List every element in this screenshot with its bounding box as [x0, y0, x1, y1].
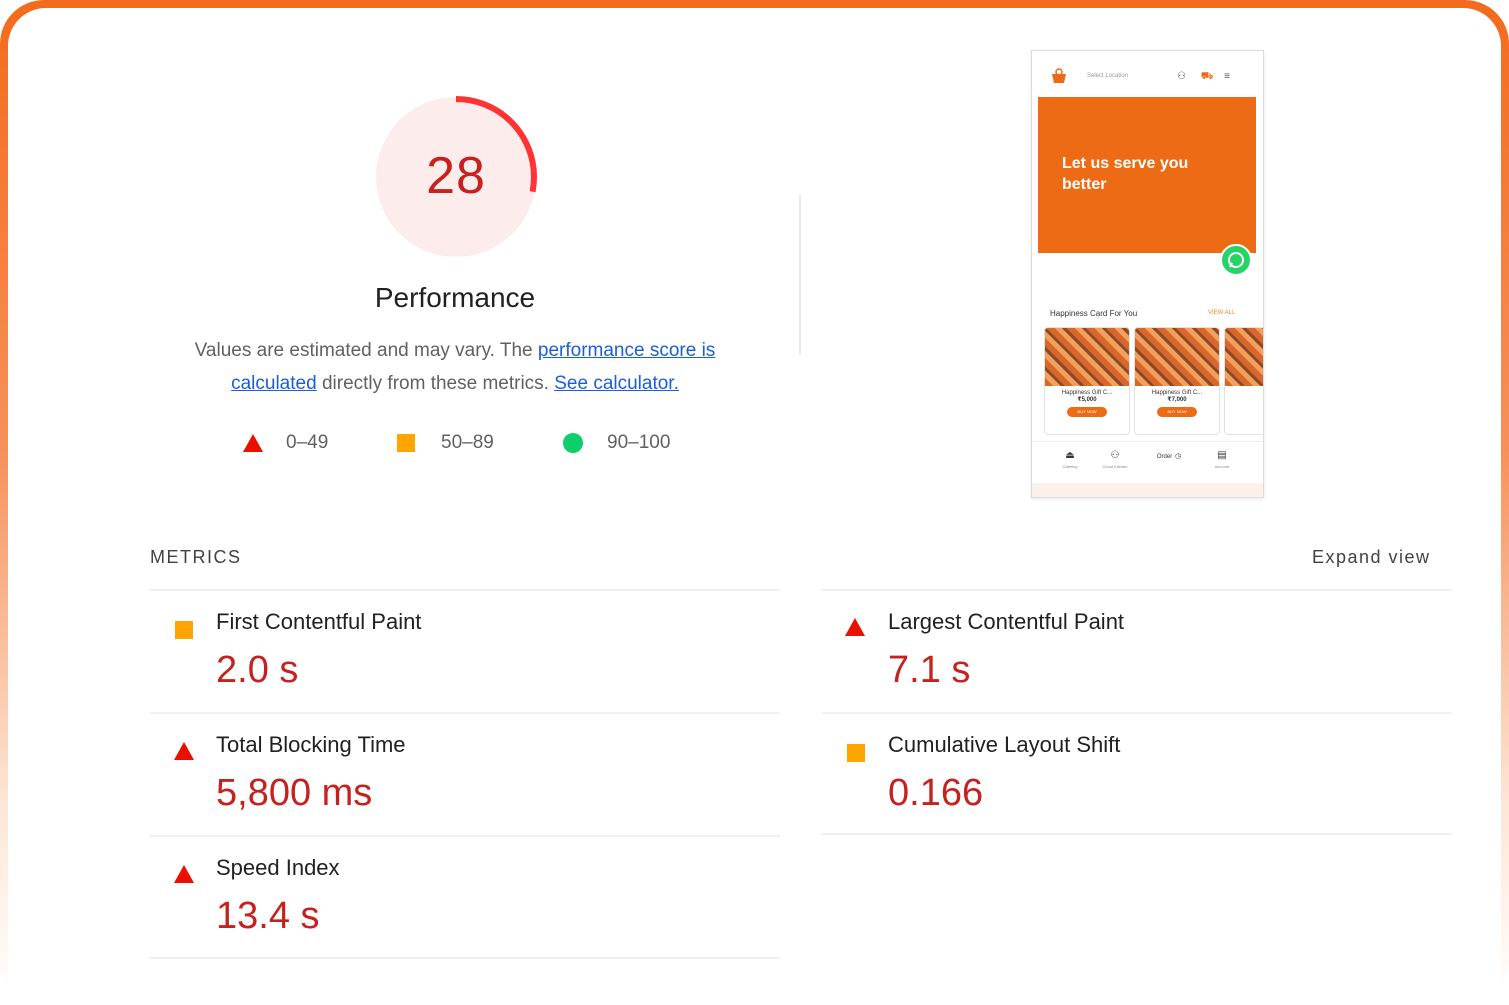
screenshot-header: Select Location ⚇ ⛟ ≡	[1032, 51, 1263, 97]
orange-square-icon	[397, 434, 415, 452]
metric-name: Total Blocking Time	[216, 732, 406, 757]
basket-logo-icon	[1052, 68, 1066, 83]
metric-speed-index: Speed Index 13.4 s	[150, 835, 780, 958]
performance-title: Performance	[374, 282, 536, 313]
nav-order: Order ◷	[1156, 453, 1182, 460]
metric-cumulative-layout-shift: Cumulative Layout Shift 0.166	[822, 712, 1452, 835]
metric-first-contentful-paint: First Contentful Paint 2.0 s	[150, 589, 780, 712]
expand-view-toggle[interactable]: Expand view	[1312, 547, 1431, 568]
orange-square-icon	[175, 621, 193, 639]
legend-label: 90–100	[607, 432, 671, 453]
header-icons: ⚇ ⛟ ≡	[1177, 71, 1230, 84]
metric-total-blocking-time: Total Blocking Time 5,800 ms	[150, 712, 780, 835]
metric-name: Speed Index	[216, 855, 340, 880]
metrics-divider	[822, 833, 1452, 835]
metric-largest-contentful-paint: Largest Contentful Paint 7.1 s	[822, 589, 1452, 712]
final-screenshot[interactable]: Select Location ⚇ ⛟ ≡ Let us serve you b…	[1031, 50, 1264, 498]
card-price: ₹7,000	[1167, 397, 1187, 403]
whatsapp-icon	[1220, 244, 1252, 276]
metric-value: 13.4 s	[216, 895, 320, 937]
metric-value: 7.1 s	[888, 649, 971, 691]
performance-description: Values are estimated and may vary. The p…	[160, 334, 750, 400]
clock-icon: ◷	[1175, 453, 1182, 460]
people-icon: ⚇	[1177, 71, 1186, 82]
nav-account: ▤ Account	[1214, 450, 1230, 469]
buy-now-button: BUY NOW	[1157, 407, 1197, 417]
gift-card-partial	[1224, 327, 1263, 435]
metrics-header: METRICS	[150, 547, 242, 567]
screenshot-footer-strip	[1032, 483, 1263, 497]
cloche-icon: ⏏	[1065, 450, 1075, 461]
legend-item-fail: 0–49	[243, 432, 328, 454]
red-triangle-icon	[243, 434, 263, 452]
legend-item-average: 50–89	[397, 432, 494, 454]
banner-text: Let us serve you better	[1062, 155, 1189, 193]
section-title: Happiness Card For You	[1050, 309, 1138, 318]
vertical-divider	[799, 195, 801, 355]
description-text-1: Values are estimated and may vary. The	[194, 340, 538, 361]
red-triangle-icon	[845, 618, 865, 636]
gift-card: Happiness Gift C... ₹7,000 BUY NOW	[1134, 327, 1220, 435]
card-image	[1225, 328, 1263, 386]
metric-name: First Contentful Paint	[216, 609, 422, 634]
card-image	[1135, 328, 1219, 386]
whatsapp-glyph	[1228, 252, 1244, 268]
metric-value: 2.0 s	[216, 649, 299, 691]
location-selector: Select Location	[1087, 73, 1129, 79]
description-text-2: directly from these metrics.	[316, 373, 555, 394]
see-calculator-link[interactable]: See calculator.	[554, 373, 679, 394]
metric-name: Largest Contentful Paint	[888, 609, 1125, 634]
legend-item-pass: 90–100	[563, 432, 670, 454]
gift-card: Happiness Gift C... ₹5,000 BUY NOW	[1044, 327, 1130, 435]
card-image	[1045, 328, 1129, 386]
kitchen-icon: ⚇	[1110, 450, 1120, 461]
menu-icon: ≡	[1224, 71, 1230, 82]
score-legend: 0–49 50–89 90–100	[0, 432, 800, 462]
metric-value: 0.166	[888, 772, 984, 814]
orange-square-icon	[847, 744, 865, 762]
red-triangle-icon	[174, 742, 194, 760]
buy-now-button: BUY NOW	[1067, 407, 1107, 417]
red-triangle-icon	[174, 865, 194, 883]
legend-label: 0–49	[286, 432, 329, 453]
metric-value: 5,800 ms	[216, 772, 373, 814]
nav-catering: ⏏ Catering	[1062, 450, 1078, 469]
green-circle-icon	[563, 433, 583, 453]
view-all-link: VIEW ALL	[1208, 310, 1236, 316]
card-price: ₹5,000	[1077, 397, 1097, 403]
legend-label: 50–89	[441, 432, 494, 453]
performance-score: 28	[426, 147, 486, 205]
document-icon: ▤	[1217, 450, 1227, 461]
hero-banner: Let us serve you better	[1038, 97, 1256, 253]
metric-name: Cumulative Layout Shift	[888, 732, 1121, 757]
nav-cloud-kitchen: ⚇ Cloud Kitchen	[1102, 450, 1128, 469]
metrics-divider	[150, 957, 780, 959]
cart-icon: ⛟	[1200, 71, 1214, 82]
